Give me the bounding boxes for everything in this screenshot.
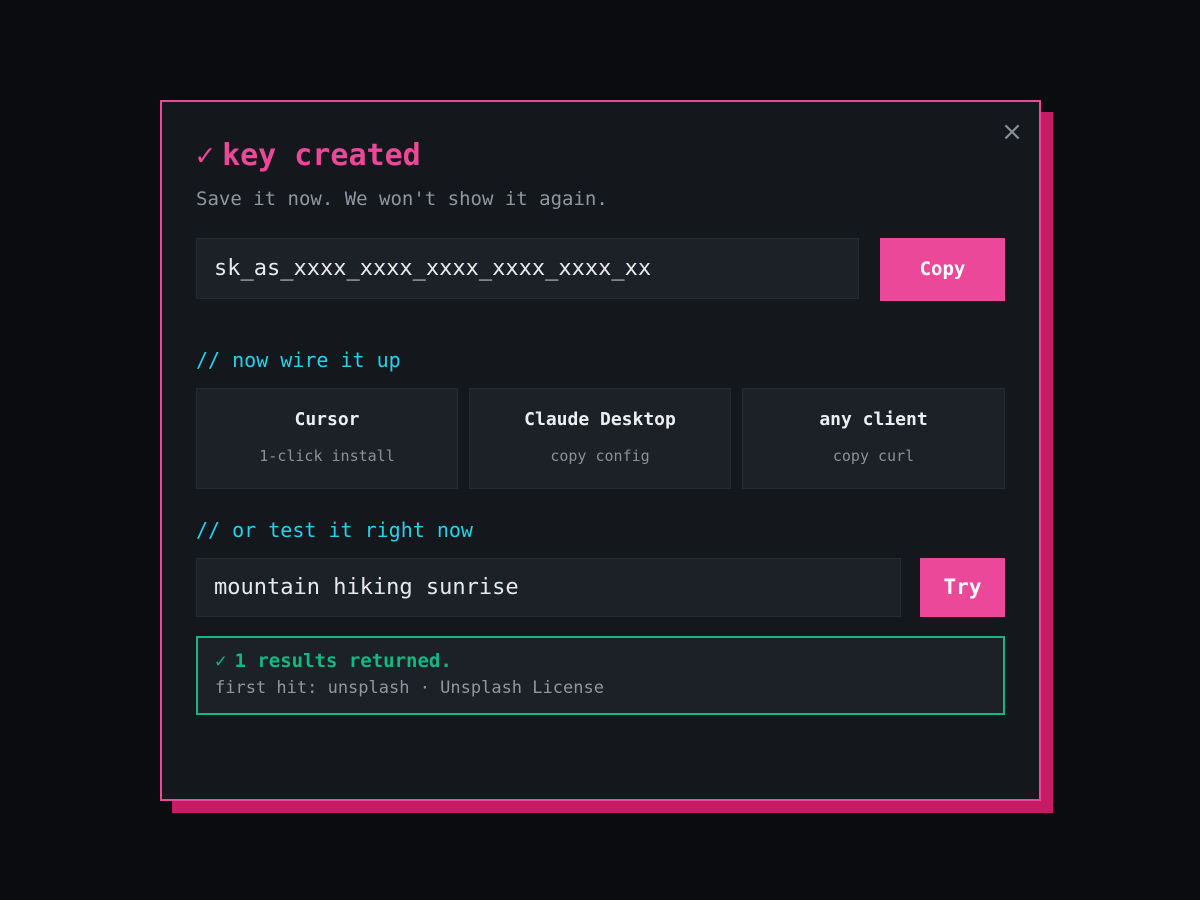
result-panel: ✓ 1 results returned. first hit: unsplash…: [196, 636, 1005, 715]
dialog-title-text: key created: [222, 138, 421, 173]
client-option-any-client[interactable]: any client copy curl: [742, 388, 1005, 489]
client-option-claude-desktop[interactable]: Claude Desktop copy config: [469, 388, 731, 489]
client-name: any client: [819, 409, 928, 430]
copy-button[interactable]: Copy: [880, 238, 1005, 301]
search-query-input[interactable]: mountain hiking sunrise: [196, 558, 901, 617]
dialog-subtitle: Save it now. We won't show it again.: [196, 188, 608, 210]
dialog-title: ✓ key created: [196, 138, 421, 173]
client-subtitle: copy curl: [832, 447, 915, 465]
client-subtitle: copy config: [550, 447, 650, 465]
client-name: Claude Desktop: [524, 409, 676, 430]
client-options: Cursor 1-click install Claude Desktop co…: [196, 388, 1005, 489]
client-name: Cursor: [294, 409, 360, 430]
client-option-cursor[interactable]: Cursor 1-click install: [196, 388, 458, 489]
test-section-heading: // or test it right now: [196, 518, 473, 542]
close-icon[interactable]: ×: [1000, 118, 1024, 146]
client-subtitle: 1-click install: [259, 447, 395, 465]
check-icon: ✓: [196, 138, 215, 173]
api-key-field[interactable]: sk_as_xxxx_xxxx_xxxx_xxxx_xxxx_xx: [196, 238, 859, 299]
wire-section-heading: // now wire it up: [196, 348, 401, 372]
key-created-dialog: × ✓ key created Save it now. We won't sho…: [160, 100, 1041, 801]
check-icon: ✓: [215, 650, 227, 672]
result-title: ✓ 1 results returned.: [215, 650, 452, 672]
result-detail: first hit: unsplash · Unsplash License: [215, 678, 604, 698]
try-button[interactable]: Try: [920, 558, 1005, 617]
result-title-text: 1 results returned.: [234, 650, 452, 672]
